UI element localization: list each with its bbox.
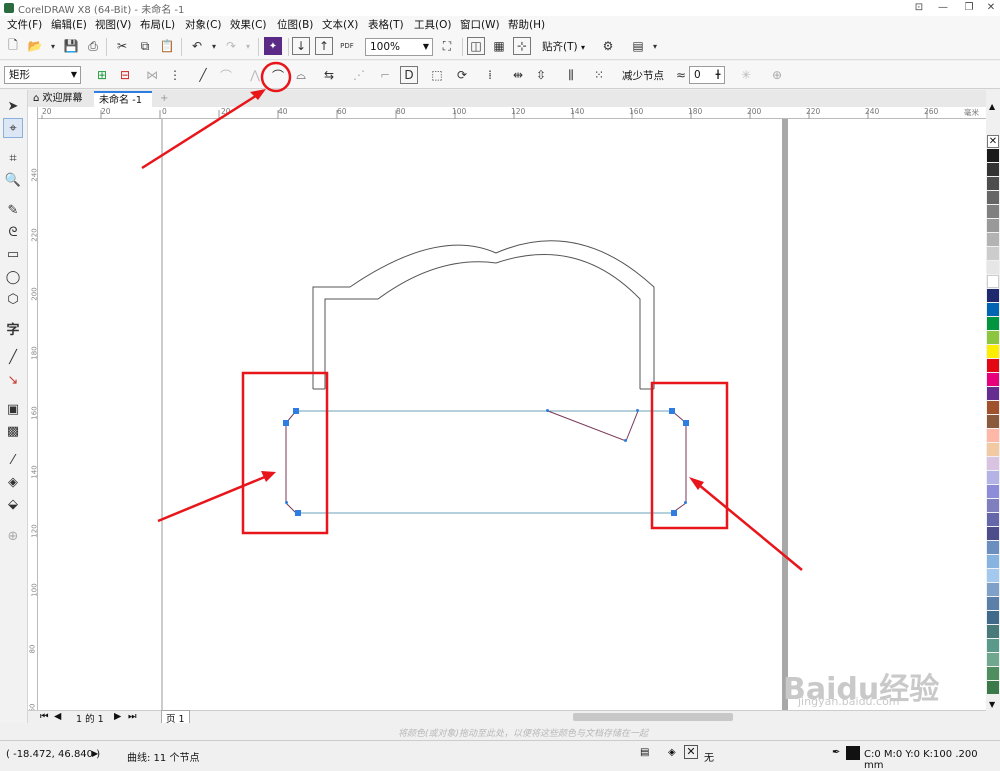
color-swatch[interactable]	[987, 275, 999, 288]
color-swatch[interactable]	[987, 681, 999, 694]
color-swatch[interactable]	[987, 611, 999, 624]
status-expand-icon[interactable]: ▶	[92, 749, 98, 758]
color-swatch[interactable]	[987, 653, 999, 666]
outline-info: C:0 M:0 Y:0 K:100 .200 mm	[864, 749, 978, 771]
color-swatch[interactable]	[987, 555, 999, 568]
color-swatch[interactable]	[987, 317, 999, 330]
color-swatch[interactable]	[987, 289, 999, 302]
color-swatch[interactable]	[987, 541, 999, 554]
color-swatch[interactable]	[987, 401, 999, 414]
color-swatch[interactable]	[987, 625, 999, 638]
next-page-icon[interactable]: ▶	[114, 711, 121, 722]
color-swatch[interactable]	[987, 191, 999, 204]
color-swatch[interactable]	[987, 583, 999, 596]
color-swatch[interactable]	[987, 499, 999, 512]
annotation-overlay	[141, 61, 803, 571]
color-swatch[interactable]	[987, 149, 999, 162]
color-swatch[interactable]	[987, 163, 999, 176]
color-swatch[interactable]	[987, 373, 999, 386]
color-swatch[interactable]	[987, 359, 999, 372]
no-fill-icon[interactable]: ✕	[684, 745, 698, 759]
palette-scroll-up-icon[interactable]: ▲	[989, 102, 995, 111]
cursor-coordinates: ( -18.472, 46.840 )	[6, 749, 101, 760]
color-swatch[interactable]	[987, 513, 999, 526]
horizontal-scrollbar[interactable]	[573, 713, 733, 721]
document-palette-hint[interactable]: 将颜色(或对象)拖动至此处，以便将这些颜色与文档存储在一起	[28, 723, 986, 740]
color-swatch[interactable]	[987, 597, 999, 610]
color-swatch[interactable]	[987, 485, 999, 498]
color-swatch[interactable]	[987, 261, 999, 274]
outline-pen-icon[interactable]: ✒	[832, 747, 840, 758]
first-page-icon[interactable]: ⏮	[40, 711, 49, 722]
color-swatch[interactable]	[987, 457, 999, 470]
color-swatch[interactable]	[987, 177, 999, 190]
status-bar: ( -18.472, 46.840 ) ▶ 曲线: 11 个节点 ▤ ◈ ✕ 无…	[0, 740, 1000, 771]
palette-scroll-down-icon[interactable]: ▼	[989, 700, 995, 709]
color-swatch[interactable]	[987, 569, 999, 582]
color-swatch[interactable]	[987, 429, 999, 442]
color-swatch[interactable]	[987, 667, 999, 680]
last-page-icon[interactable]: ⏭	[128, 711, 137, 722]
color-proof-icon[interactable]: ▤	[640, 747, 649, 758]
prev-page-icon[interactable]: ◀	[54, 711, 61, 722]
no-color-swatch[interactable]: ✕	[987, 135, 999, 148]
color-swatch[interactable]	[987, 443, 999, 456]
color-swatch[interactable]	[987, 345, 999, 358]
outline-color-swatch[interactable]	[846, 746, 860, 760]
color-swatch[interactable]	[987, 331, 999, 344]
color-swatch[interactable]	[987, 527, 999, 540]
fill-icon[interactable]: ◈	[668, 747, 676, 758]
hint-text: 将颜色(或对象)拖动至此处，以便将这些颜色与文档存储在一起	[398, 729, 649, 739]
color-swatch[interactable]	[987, 219, 999, 232]
object-info: 曲线: 11 个节点	[127, 753, 200, 764]
fill-status: 无	[704, 753, 714, 764]
color-swatch[interactable]	[987, 233, 999, 246]
color-swatch[interactable]	[987, 303, 999, 316]
color-swatch[interactable]	[987, 205, 999, 218]
color-swatch[interactable]	[987, 415, 999, 428]
color-swatch[interactable]	[987, 639, 999, 652]
color-swatch[interactable]	[987, 247, 999, 260]
highlight-circle	[260, 61, 292, 93]
color-swatch[interactable]	[987, 471, 999, 484]
color-swatch[interactable]	[987, 387, 999, 400]
page-navigator: ⏮ ◀ 1 的 1 ▶ ⏭ 页 1	[28, 710, 986, 726]
color-palette: ▲ ✕ ▼	[986, 90, 1000, 723]
